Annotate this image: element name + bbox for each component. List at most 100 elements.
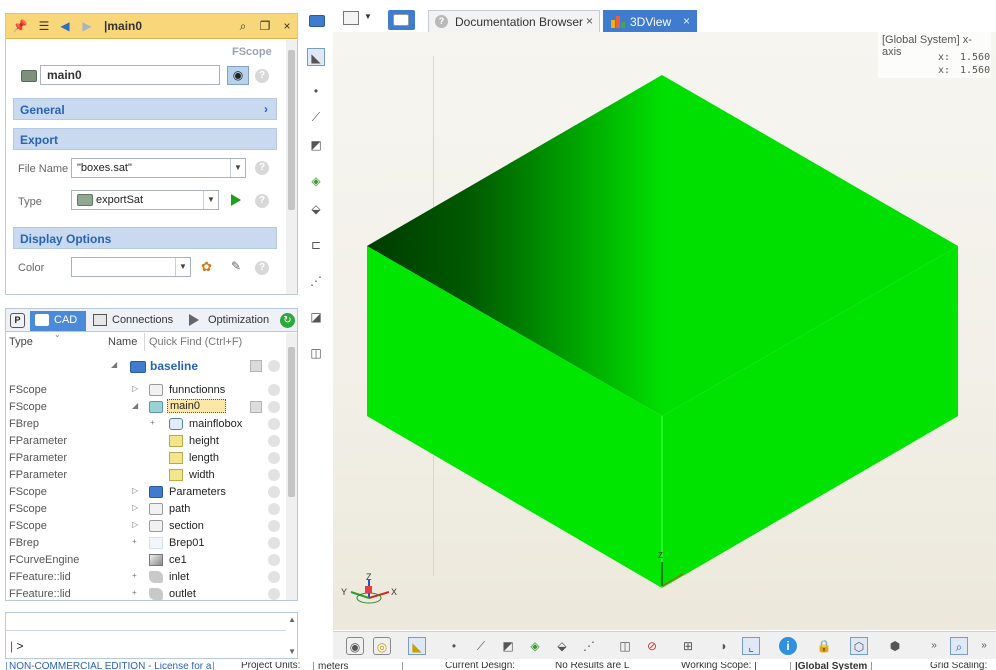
green-surface-icon[interactable]: ◈ <box>526 637 544 655</box>
curve-icon[interactable]: ⟋ <box>472 637 490 655</box>
more-icon[interactable]: » <box>975 637 993 655</box>
refresh-icon[interactable]: ↻ <box>280 313 295 328</box>
solid-icon[interactable]: ⬙ <box>307 200 325 218</box>
expand-arrow-icon[interactable]: ▷ <box>132 486 138 495</box>
name-column-header[interactable]: Name <box>108 336 137 348</box>
info-icon[interactable]: i <box>779 637 797 655</box>
project-p-icon[interactable]: P <box>10 313 25 328</box>
select-cursor-icon[interactable]: ◣ <box>307 48 325 66</box>
point-icon[interactable]: • <box>445 637 463 655</box>
console-prompt[interactable]: | > <box>10 639 23 653</box>
type-column-header[interactable]: Type <box>9 336 33 348</box>
run-export-play-icon[interactable] <box>231 194 241 206</box>
axis-gizmo[interactable]: Z X Y <box>341 572 397 604</box>
3d-viewport[interactable]: Z Z X Y [Global System] x-axis x: 1.560 … <box>333 32 996 630</box>
help-icon[interactable] <box>268 503 280 515</box>
expand-plus-icon[interactable]: + <box>132 571 137 580</box>
curve-icon[interactable]: ⟋ <box>307 108 325 126</box>
help-icon[interactable] <box>268 469 280 481</box>
tree-row[interactable]: FFeature::lid + inlet <box>6 569 286 586</box>
type-combo[interactable]: exportSat ▼ <box>71 190 219 210</box>
tree-scrollbar[interactable] <box>286 333 297 600</box>
dropdown-arrow-icon[interactable]: ▼ <box>175 258 190 276</box>
global-system-select[interactable]: |Global System <box>790 662 873 670</box>
layout-dropdown-icon[interactable]: ▼ <box>364 12 372 21</box>
tab-documentation-browser[interactable]: ? Documentation Browser × <box>428 10 600 32</box>
dotted-line-icon[interactable]: ⋰ <box>580 637 598 655</box>
expand-arrow-icon[interactable]: ▷ <box>132 503 138 512</box>
help-icon[interactable]: ? <box>255 69 269 83</box>
tab-3dview[interactable]: 3DView × <box>603 10 697 32</box>
cube-wire-icon[interactable]: ⬢ <box>886 637 904 655</box>
fill-icon[interactable]: ◪ <box>307 308 325 326</box>
point-icon[interactable]: • <box>307 82 325 100</box>
select-cursor-icon[interactable] <box>250 401 262 413</box>
export-section-header[interactable]: Export <box>13 128 277 150</box>
shape-icon[interactable]: ◫ <box>307 344 325 362</box>
clip-icon[interactable]: ⊘ <box>643 637 661 655</box>
section-icon[interactable]: ◫ <box>616 637 634 655</box>
layout-grid-icon[interactable] <box>343 11 359 25</box>
dropdown-arrow-icon[interactable]: ▼ <box>230 159 245 177</box>
tree-root-row[interactable]: ◢ baseline <box>6 357 286 375</box>
snap-circle-icon[interactable]: ◉ <box>346 637 364 655</box>
visibility-eye-button[interactable]: ◉ <box>227 66 249 85</box>
edit-pencil-icon[interactable]: ✎ <box>231 259 241 273</box>
more-icon[interactable]: » <box>925 637 943 655</box>
close-tab-icon[interactable]: × <box>586 14 593 28</box>
tree-row[interactable]: FScope ◢ main0 <box>6 399 286 416</box>
scroll-up-icon[interactable]: ▲ <box>288 615 296 624</box>
scrollbar-thumb[interactable] <box>288 50 295 210</box>
scroll-down-icon[interactable]: ▼ <box>288 647 296 656</box>
color-combo[interactable]: ▼ <box>71 257 191 277</box>
help-icon[interactable]: ? <box>255 261 269 275</box>
expand-arrow-icon[interactable]: ▷ <box>132 384 138 393</box>
new-folder-icon[interactable] <box>309 15 325 27</box>
help-icon[interactable] <box>268 554 280 566</box>
tree-row[interactable]: FBrep + Brep01 <box>6 535 286 552</box>
pin-icon[interactable]: 📌 <box>12 18 28 34</box>
window-icon[interactable]: ❐ <box>257 18 273 34</box>
help-icon[interactable] <box>268 571 280 583</box>
snap-target-icon[interactable]: ◎ <box>373 637 391 655</box>
search-icon[interactable]: ⌕ <box>235 18 251 34</box>
feature-icon[interactable]: ⊏ <box>307 236 325 254</box>
help-icon[interactable] <box>268 588 280 600</box>
forward-arrow-icon[interactable]: ▶ <box>79 18 95 34</box>
palette-icon[interactable]: ✿ <box>201 259 212 275</box>
select-cursor-icon[interactable] <box>250 360 262 372</box>
list-icon[interactable]: ☰ <box>36 18 52 34</box>
tree-row[interactable]: FParameter length <box>6 450 286 467</box>
file-name-combo[interactable]: "boxes.sat" ▼ <box>71 158 246 178</box>
tree-row[interactable]: FScope ▷ funnctionns <box>6 382 286 399</box>
project-units-select[interactable]: meters <box>313 662 403 670</box>
tree-row[interactable]: FScope ▷ section <box>6 518 286 535</box>
tree-row[interactable]: FScope ▷ path <box>6 501 286 518</box>
quick-find-input[interactable]: Quick Find (Ctrl+F) <box>149 336 242 348</box>
lock-icon[interactable]: 🔒 <box>815 637 833 655</box>
shield-icon[interactable]: ◗ <box>715 637 733 655</box>
tree-row[interactable]: FCurveEngine ce1 <box>6 552 286 569</box>
scrollbar-thumb[interactable] <box>288 347 295 497</box>
object-name-input[interactable]: main0 <box>40 65 220 85</box>
help-icon[interactable] <box>268 384 280 396</box>
axis-icon[interactable]: ⌞ <box>742 637 760 655</box>
tree-row[interactable]: FBrep + mainflobox <box>6 416 286 433</box>
3d-scene[interactable]: Z Z X Y <box>333 32 996 630</box>
zoom-search-icon[interactable]: ⌕ <box>950 637 968 655</box>
property-scrollbar[interactable] <box>286 40 297 294</box>
display-options-section-header[interactable]: Display Options <box>13 227 277 249</box>
dotted-line-icon[interactable]: ⋰ <box>307 272 325 290</box>
console-panel[interactable]: | > ▲ ▼ <box>5 612 298 659</box>
help-icon[interactable] <box>268 401 280 413</box>
dropdown-arrow-icon[interactable]: ▼ <box>203 191 218 209</box>
tree-row[interactable]: FScope ▷ Parameters <box>6 484 286 501</box>
expand-plus-icon[interactable]: + <box>150 418 155 427</box>
help-icon[interactable] <box>268 418 280 430</box>
expand-plus-icon[interactable]: + <box>132 588 137 597</box>
close-tab-icon[interactable]: × <box>683 14 690 28</box>
expand-arrow-icon[interactable]: ▷ <box>132 520 138 529</box>
expand-plus-icon[interactable]: + <box>132 537 137 546</box>
select-cursor-icon[interactable]: ◣ <box>408 637 426 655</box>
tree-row[interactable]: FParameter width <box>6 467 286 484</box>
